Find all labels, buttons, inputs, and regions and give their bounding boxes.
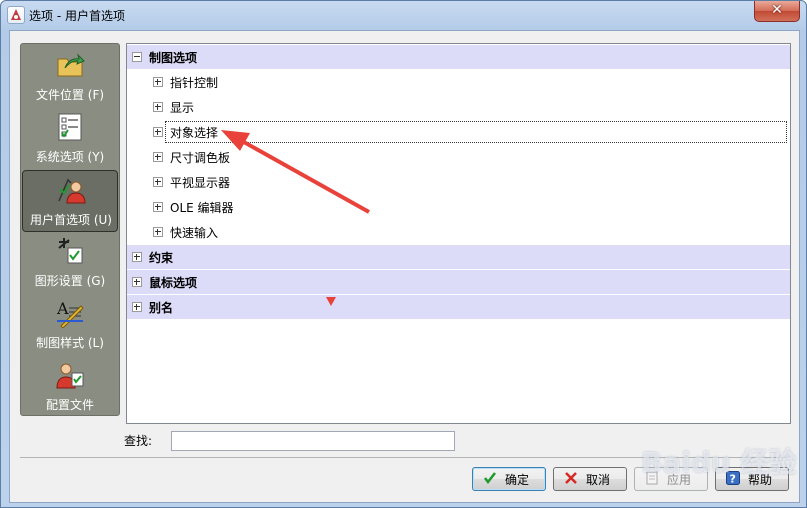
help-button[interactable]: ? 帮助 — [715, 467, 789, 491]
tree-row-label: OLE 编辑器 — [170, 201, 234, 215]
expand-icon[interactable] — [153, 77, 163, 87]
tree-row-object-selection[interactable]: 对象选择 — [127, 120, 790, 144]
expand-icon[interactable] — [153, 102, 163, 112]
apply-document-icon — [646, 471, 658, 485]
options-tree[interactable]: 制图选项 指针控制 显示 对象选择 尺寸调色板 平视显示器 OLE 编辑器 快速… — [126, 43, 791, 424]
expand-icon[interactable] — [132, 302, 142, 312]
sidebar-item-label: 文件位置 (F) — [35, 88, 105, 102]
close-button[interactable]: ✕ — [754, 1, 800, 22]
tree-row-dimension-palette[interactable]: 尺寸调色板 — [127, 145, 790, 169]
sidebar-item-label: 制图样式 (L) — [36, 336, 104, 350]
sidebar-item-label: 用户首选项 (U) — [30, 213, 112, 227]
sidebar-item-label: 系统选项 (Y) — [35, 150, 105, 164]
collapse-icon[interactable] — [132, 52, 142, 62]
separator — [20, 457, 789, 458]
tree-row-heads-up-display[interactable]: 平视显示器 — [127, 170, 790, 194]
cancel-x-icon — [565, 472, 577, 484]
tree-row-label: 制图选项 — [149, 51, 198, 65]
checklist-icon — [58, 113, 82, 141]
cancel-button-label: 取消 — [586, 473, 611, 487]
sidebar-item-label: 配置文件 — [45, 398, 94, 412]
search-input[interactable] — [171, 431, 455, 451]
tree-row-aliases[interactable]: 别名 — [127, 295, 790, 319]
apply-button[interactable]: 应用 — [634, 467, 708, 491]
profile-user-icon — [56, 363, 84, 389]
svg-text:A: A — [56, 299, 69, 318]
sidebar-item-profiles[interactable]: 配置文件 — [22, 356, 118, 416]
apply-button-label: 应用 — [667, 473, 692, 487]
close-icon: ✕ — [771, 2, 783, 18]
tree-row-quick-input[interactable]: 快速输入 — [127, 220, 790, 244]
help-icon: ? — [726, 471, 740, 485]
help-button-label: 帮助 — [748, 473, 773, 487]
tree-row-label: 平视显示器 — [170, 176, 231, 190]
expand-icon[interactable] — [132, 252, 142, 262]
expand-icon[interactable] — [153, 152, 163, 162]
sidebar-item-label: 图形设置 (G) — [34, 274, 106, 288]
ok-button[interactable]: 确定 — [472, 467, 546, 491]
user-preferences-icon — [58, 178, 86, 204]
options-dialog: 选项 - 用户首选项 ✕ 文件位置 (F) 系统选项 (Y) 用户首选项 (U)… — [0, 0, 807, 508]
drafting-style-icon: A — [56, 299, 84, 328]
sidebar-item-file-locations[interactable]: 文件位置 (F) — [22, 46, 118, 106]
tree-row-label: 鼠标选项 — [149, 276, 198, 290]
graphics-settings-icon — [58, 238, 83, 264]
tree-row-label: 指针控制 — [170, 76, 219, 90]
sidebar-item-user-preferences[interactable]: 用户首选项 (U) — [22, 170, 118, 232]
tree-row-label: 对象选择 — [170, 126, 219, 140]
svg-text:?: ? — [730, 473, 736, 486]
tree-row-display[interactable]: 显示 — [127, 95, 790, 119]
tree-row-ole-editor[interactable]: OLE 编辑器 — [127, 195, 790, 219]
sidebar: 文件位置 (F) 系统选项 (Y) 用户首选项 (U) 图形设置 (G) A 制… — [20, 43, 120, 416]
tree-row-label: 显示 — [170, 101, 195, 115]
title-bar[interactable]: 选项 - 用户首选项 ✕ — [1, 1, 806, 29]
tree-row-pointer-control[interactable]: 指针控制 — [127, 70, 790, 94]
focus-rectangle — [165, 121, 787, 143]
tree-row-constraints[interactable]: 约束 — [127, 245, 790, 269]
app-icon — [7, 6, 25, 24]
window-title: 选项 - 用户首选项 — [29, 9, 125, 23]
dialog-client-area: 文件位置 (F) 系统选项 (Y) 用户首选项 (U) 图形设置 (G) A 制… — [9, 30, 800, 503]
sidebar-item-graphics-settings[interactable]: 图形设置 (G) — [22, 232, 118, 292]
ok-button-label: 确定 — [505, 473, 530, 487]
tree-row-label: 约束 — [149, 251, 174, 265]
tree-row-label: 尺寸调色板 — [170, 151, 231, 165]
search-label: 查找: — [124, 434, 153, 448]
tree-row-mouse-options[interactable]: 鼠标选项 — [127, 270, 790, 294]
tree-row-drafting-options[interactable]: 制图选项 — [127, 45, 790, 69]
expand-icon[interactable] — [153, 227, 163, 237]
expand-icon[interactable] — [153, 127, 163, 137]
expand-icon[interactable] — [153, 177, 163, 187]
expand-icon[interactable] — [153, 202, 163, 212]
sidebar-item-drafting-style[interactable]: A 制图样式 (L) — [22, 294, 118, 354]
folder-arrow-icon — [57, 53, 85, 77]
cancel-button[interactable]: 取消 — [553, 467, 627, 491]
sidebar-item-system-options[interactable]: 系统选项 (Y) — [22, 108, 118, 168]
checkmark-icon — [484, 472, 496, 485]
tree-row-label: 快速输入 — [170, 226, 219, 240]
tree-row-label: 别名 — [149, 301, 174, 315]
expand-icon[interactable] — [132, 277, 142, 287]
